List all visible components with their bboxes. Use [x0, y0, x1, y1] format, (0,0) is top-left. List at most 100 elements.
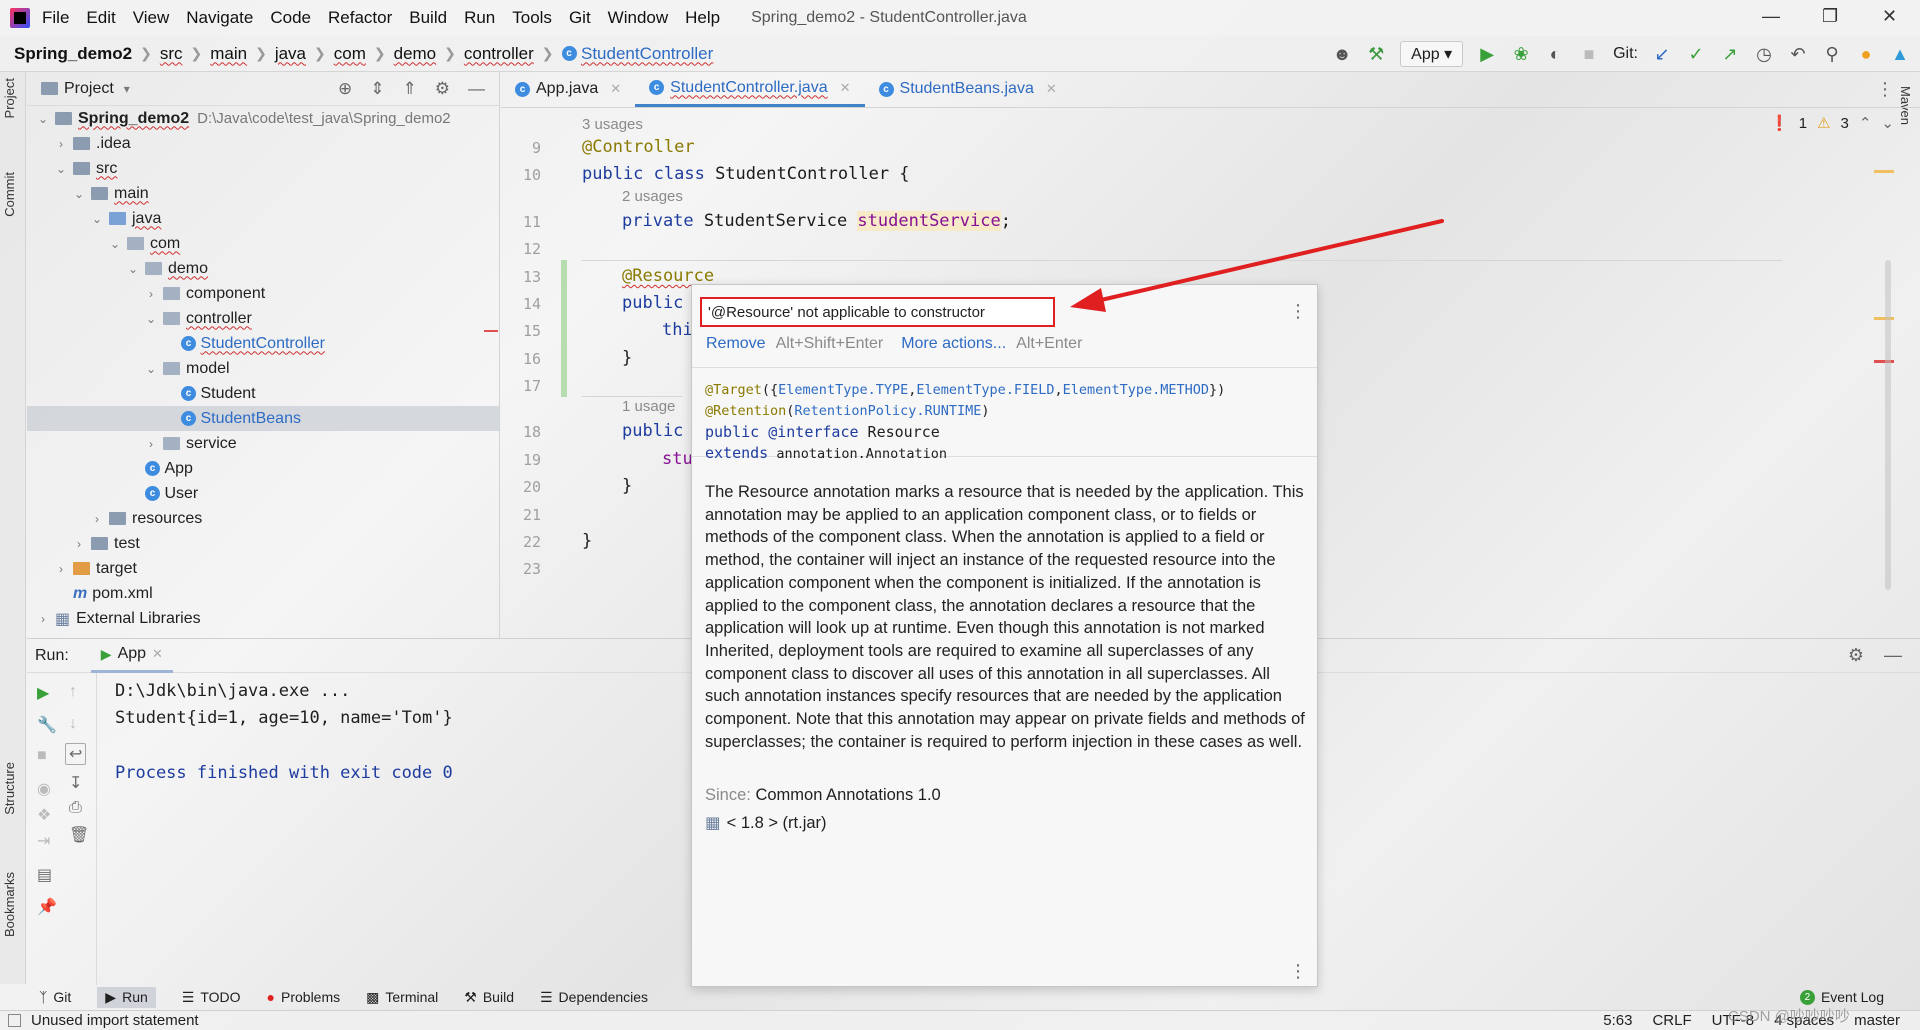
tree-item-service[interactable]: › service	[143, 431, 237, 456]
tree-item-root[interactable]: ⌄ Spring_demo2 D:\Java\code\test_java\Sp…	[35, 106, 451, 131]
tree-item-idea[interactable]: › .idea	[53, 131, 131, 156]
close-icon[interactable]: ✕	[1882, 6, 1897, 27]
menu-run[interactable]: Run	[464, 8, 495, 28]
expand-all-icon[interactable]: ⇕	[370, 79, 384, 99]
error-stripe[interactable]	[1874, 360, 1894, 363]
run-config-select[interactable]: App ▾	[1400, 41, 1464, 67]
breadcrumb-controller[interactable]: controller	[464, 44, 534, 64]
trash-icon[interactable]: 🗑	[69, 825, 89, 845]
hide-panel-icon[interactable]: —	[1884, 645, 1902, 666]
chevron-up-icon[interactable]: ⌃	[1859, 114, 1872, 132]
tree-item-demo[interactable]: ⌄ demo	[125, 256, 208, 281]
jdk-info[interactable]: ▦ < 1.8 > (rt.jar)	[705, 813, 827, 833]
breadcrumb-src[interactable]: src	[160, 44, 183, 64]
warning-stripe[interactable]	[1874, 317, 1894, 320]
tree-item-test[interactable]: › test	[71, 531, 140, 556]
menu-view[interactable]: View	[133, 8, 170, 28]
structure-tool-tab[interactable]: Structure	[2, 762, 17, 815]
tab-options-icon[interactable]: ⋮	[1876, 79, 1894, 100]
close-tab-icon[interactable]: ✕	[1046, 81, 1057, 97]
tool-terminal[interactable]: ▩ Terminal	[366, 989, 438, 1006]
user-icon[interactable]: ☻	[1332, 44, 1352, 65]
tool-git[interactable]: ᛉ Git	[39, 989, 71, 1005]
project-panel-title[interactable]: Project	[64, 80, 114, 98]
close-tab-icon[interactable]: ✕	[610, 81, 621, 97]
rollback-icon[interactable]: ↶	[1788, 44, 1808, 65]
menu-git[interactable]: Git	[569, 8, 591, 28]
tree-item-main[interactable]: ⌄ main	[71, 181, 149, 206]
popup-menu-icon[interactable]: ⋮	[1289, 301, 1307, 322]
restore-layout-icon[interactable]: ❖	[37, 805, 51, 825]
minimize-icon[interactable]: —	[1762, 6, 1780, 27]
scroll-down-icon[interactable]: ↓	[69, 715, 77, 733]
status-toggle-icon[interactable]	[8, 1014, 21, 1027]
plugin-icon[interactable]: ▲	[1890, 44, 1910, 65]
menu-navigate[interactable]: Navigate	[186, 8, 253, 28]
scroll-to-end-icon[interactable]: ↧	[69, 773, 82, 793]
build-hammer-icon[interactable]: ⚒	[1366, 44, 1386, 65]
usages-hint[interactable]: 2 usages	[622, 188, 683, 205]
tree-item-controller[interactable]: ⌄ controller	[143, 306, 252, 331]
run-icon[interactable]: ▶	[1477, 44, 1497, 65]
tab-studentcontroller-java[interactable]: c StudentController.java ✕	[635, 71, 865, 107]
menu-build[interactable]: Build	[409, 8, 447, 28]
stop-icon[interactable]: ■	[37, 747, 47, 765]
git-commit-icon[interactable]: ✓	[1686, 44, 1706, 65]
breadcrumb-project[interactable]: Spring_demo2	[14, 44, 132, 64]
menu-help[interactable]: Help	[685, 8, 720, 28]
menu-tools[interactable]: Tools	[512, 8, 552, 28]
git-push-icon[interactable]: ↗	[1720, 44, 1740, 65]
line-separator[interactable]: CRLF	[1652, 1012, 1691, 1029]
coverage-icon[interactable]: ◐	[1545, 44, 1565, 65]
menu-edit[interactable]: Edit	[86, 8, 115, 28]
tool-problems[interactable]: ● Problems	[267, 989, 341, 1005]
usages-hint[interactable]: 1 usage	[622, 398, 675, 415]
tool-todo[interactable]: ☰ TODO	[182, 989, 241, 1006]
wrench-icon[interactable]: 🔧	[37, 715, 57, 735]
inspection-widget[interactable]: ❗ 1 ⚠ 3 ⌃ ⌄	[1770, 114, 1894, 133]
run-tab-app[interactable]: ▶ App ✕	[90, 639, 173, 673]
menu-refactor[interactable]: Refactor	[328, 8, 392, 28]
layout-icon[interactable]: ▤	[37, 865, 52, 885]
tree-item-com[interactable]: ⌄ com	[107, 231, 180, 256]
tree-item-java[interactable]: ⌄ java	[89, 206, 161, 231]
tree-item-studentbeans[interactable]: c StudentBeans	[27, 406, 499, 431]
breadcrumb-demo[interactable]: demo	[394, 44, 437, 64]
warning-stripe[interactable]	[1874, 170, 1894, 173]
scroll-up-icon[interactable]: ↑	[69, 683, 77, 701]
commit-tool-tab[interactable]: Commit	[2, 172, 17, 217]
close-tab-icon[interactable]: ✕	[152, 646, 163, 662]
chevron-down-icon[interactable]: ⌄	[1881, 114, 1894, 132]
tool-build[interactable]: ⚒ Build	[464, 989, 514, 1006]
caret-position[interactable]: 5:63	[1603, 1012, 1632, 1029]
chevron-down-icon[interactable]: ▾	[124, 82, 130, 96]
event-log[interactable]: 2 Event Log	[1799, 989, 1884, 1005]
locate-icon[interactable]: ⊕	[338, 79, 352, 99]
git-branch[interactable]: master	[1854, 1012, 1900, 1029]
project-tool-tab[interactable]: Project	[2, 78, 17, 118]
tree-item-pom[interactable]: m pom.xml	[53, 581, 153, 606]
settings-gear-icon[interactable]: ⚙	[435, 79, 450, 99]
tree-item-resources[interactable]: › resources	[89, 506, 202, 531]
usages-hint[interactable]: 3 usages	[582, 116, 643, 133]
tree-item-external-libraries[interactable]: › ▦ External Libraries	[35, 606, 201, 631]
collapse-all-icon[interactable]: ⇑	[403, 79, 417, 99]
tree-item-app[interactable]: c App	[125, 456, 193, 481]
editor-scrollbar[interactable]	[1885, 260, 1891, 590]
exit-icon[interactable]: ⇥	[37, 831, 50, 851]
git-update-icon[interactable]: ↙	[1652, 44, 1672, 65]
breadcrumb-class[interactable]: StudentController	[581, 44, 713, 64]
tree-item-model[interactable]: ⌄ model	[143, 356, 230, 381]
search-icon[interactable]: ⚲	[1822, 44, 1842, 65]
hide-panel-icon[interactable]: —	[468, 79, 485, 99]
pin-icon[interactable]: 📌	[37, 897, 57, 917]
tab-app-java[interactable]: c App.java ✕	[501, 71, 635, 107]
breadcrumb-main[interactable]: main	[210, 44, 247, 64]
tree-item-student[interactable]: c Student	[161, 381, 256, 406]
settings-gear-icon[interactable]: ⚙	[1848, 645, 1864, 666]
tree-item-studentcontroller[interactable]: c StudentController	[161, 331, 325, 356]
remove-action-link[interactable]: Remove	[706, 335, 766, 353]
tool-dependencies[interactable]: ☰ Dependencies	[540, 989, 648, 1006]
soft-wrap-icon[interactable]: ↩	[65, 743, 87, 765]
close-tab-icon[interactable]: ✕	[840, 80, 851, 96]
